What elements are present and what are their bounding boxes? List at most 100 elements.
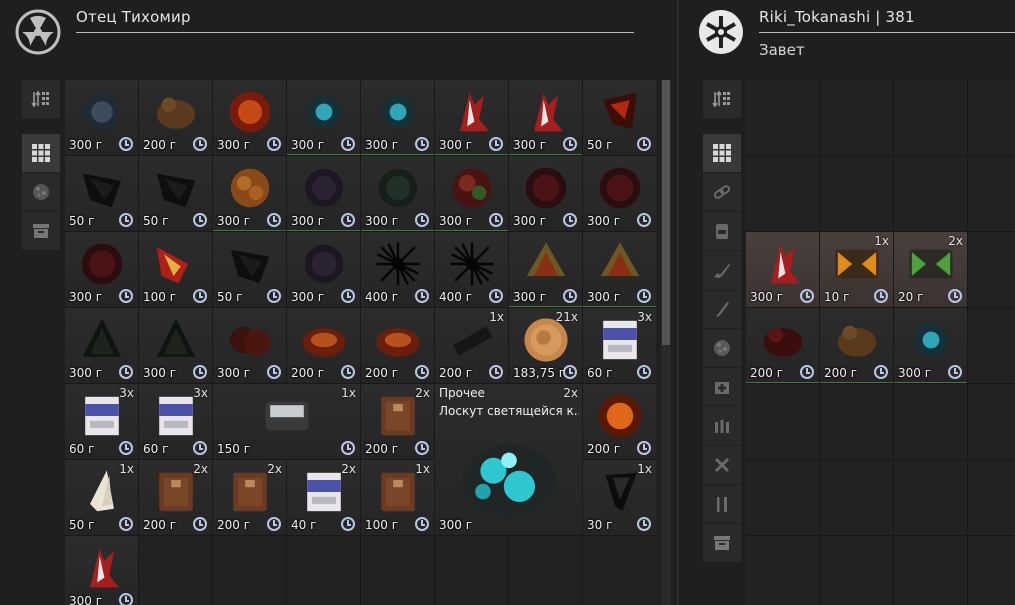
empty-slot[interactable] bbox=[968, 384, 1015, 459]
inventory-item[interactable]: Прочее Лоскут светящейся к... 2x 300 г bbox=[435, 384, 582, 535]
inventory-item[interactable]: 50 г bbox=[139, 156, 212, 231]
inventory-item[interactable]: 50 г bbox=[583, 80, 656, 155]
inventory-item[interactable]: 100 г bbox=[139, 232, 212, 307]
inventory-item[interactable]: 300 г bbox=[583, 232, 656, 307]
inventory-item[interactable]: 300 г bbox=[287, 232, 360, 307]
inventory-item[interactable]: 300 г bbox=[746, 232, 819, 307]
inventory-item[interactable]: 1x 150 г bbox=[213, 384, 360, 459]
filter-melee-button[interactable] bbox=[703, 290, 741, 328]
inventory-item[interactable]: 1x 30 г bbox=[583, 460, 656, 535]
inventory-item[interactable]: 200 г bbox=[361, 308, 434, 383]
inventory-item[interactable]: 2x 200 г bbox=[213, 460, 286, 535]
inventory-item[interactable]: 200 г bbox=[139, 80, 212, 155]
empty-slot[interactable] bbox=[139, 536, 212, 605]
empty-slot[interactable] bbox=[894, 460, 967, 535]
inventory-item[interactable]: 300 г bbox=[361, 80, 434, 155]
inventory-item[interactable]: 200 г bbox=[287, 308, 360, 383]
inventory-item[interactable]: 300 г bbox=[435, 80, 508, 155]
inventory-item[interactable]: 300 г bbox=[509, 80, 582, 155]
empty-slot[interactable] bbox=[820, 384, 893, 459]
empty-slot[interactable] bbox=[820, 536, 893, 605]
inventory-item[interactable]: 2x 200 г bbox=[139, 460, 212, 535]
empty-slot[interactable] bbox=[820, 156, 893, 231]
empty-slot[interactable] bbox=[746, 536, 819, 605]
inventory-item[interactable]: 300 г bbox=[361, 156, 434, 231]
empty-slot[interactable] bbox=[894, 536, 967, 605]
empty-slot[interactable] bbox=[746, 80, 819, 155]
inventory-item[interactable]: 300 г bbox=[65, 80, 138, 155]
inventory-item[interactable]: 300 г bbox=[287, 156, 360, 231]
inventory-item[interactable]: 1x 100 г bbox=[361, 460, 434, 535]
inventory-item[interactable]: 2x 200 г bbox=[361, 384, 434, 459]
inventory-item[interactable]: 300 г bbox=[139, 308, 212, 383]
empty-slot[interactable] bbox=[968, 536, 1015, 605]
inventory-item[interactable]: 300 г bbox=[509, 232, 582, 307]
inventory-item[interactable]: 300 г bbox=[65, 232, 138, 307]
empty-slot[interactable] bbox=[968, 460, 1015, 535]
filter-artifacts-button[interactable] bbox=[22, 173, 60, 211]
inventory-item[interactable]: 400 г bbox=[361, 232, 434, 307]
inventory-item[interactable]: 300 г bbox=[213, 308, 286, 383]
scrollbar-thumb[interactable] bbox=[662, 80, 670, 345]
empty-slot[interactable] bbox=[968, 308, 1015, 383]
player-faction: Завет bbox=[759, 41, 805, 59]
inventory-item[interactable]: 300 г bbox=[213, 80, 286, 155]
empty-slot[interactable] bbox=[894, 384, 967, 459]
filter-attachments-button[interactable] bbox=[703, 173, 741, 211]
filter-all-button[interactable] bbox=[22, 134, 60, 172]
empty-slot[interactable] bbox=[894, 80, 967, 155]
empty-slot[interactable] bbox=[894, 156, 967, 231]
empty-slot[interactable] bbox=[583, 536, 656, 605]
filter-tools-button[interactable] bbox=[703, 446, 741, 484]
filter-misc-button[interactable] bbox=[703, 524, 741, 562]
filter-ammo-button[interactable] bbox=[703, 407, 741, 445]
inventory-item[interactable]: 300 г bbox=[65, 536, 138, 605]
filter-artifacts-button[interactable] bbox=[703, 329, 741, 367]
inventory-item[interactable]: 50 г bbox=[213, 232, 286, 307]
empty-slot[interactable] bbox=[287, 536, 360, 605]
empty-slot[interactable] bbox=[820, 80, 893, 155]
filter-misc-button[interactable] bbox=[22, 212, 60, 250]
inventory-item[interactable]: 1x 50 г bbox=[65, 460, 138, 535]
inventory-item[interactable]: 300 г bbox=[509, 156, 582, 231]
inventory-item[interactable]: 300 г bbox=[213, 156, 286, 231]
filter-all-button[interactable] bbox=[703, 134, 741, 172]
inventory-item[interactable]: 21x 183,75 г bbox=[509, 308, 582, 383]
inventory-item[interactable]: 200 г bbox=[583, 384, 656, 459]
filter-weapons-button[interactable] bbox=[703, 251, 741, 289]
empty-slot[interactable] bbox=[746, 156, 819, 231]
filter-backpacks-button[interactable] bbox=[703, 212, 741, 250]
inventory-item[interactable]: 2x 40 г bbox=[287, 460, 360, 535]
inventory-item[interactable]: 300 г bbox=[65, 308, 138, 383]
inventory-item[interactable]: 300 г bbox=[287, 80, 360, 155]
inventory-item[interactable]: 50 г bbox=[65, 156, 138, 231]
filter-food-button[interactable] bbox=[703, 485, 741, 523]
inventory-item[interactable]: 3x 60 г bbox=[65, 384, 138, 459]
empty-slot[interactable] bbox=[509, 536, 582, 605]
empty-slot[interactable] bbox=[968, 156, 1015, 231]
empty-slot[interactable] bbox=[820, 460, 893, 535]
inventory-item[interactable]: 1x 10 г bbox=[820, 232, 893, 307]
inventory-item[interactable]: 200 г bbox=[820, 308, 893, 383]
sort-button[interactable] bbox=[22, 80, 60, 118]
filter-medicine-button[interactable] bbox=[703, 368, 741, 406]
empty-slot[interactable] bbox=[213, 536, 286, 605]
empty-slot[interactable] bbox=[361, 536, 434, 605]
inventory-item[interactable]: 400 г bbox=[435, 232, 508, 307]
inventory-item[interactable]: 300 г bbox=[583, 156, 656, 231]
empty-slot[interactable] bbox=[435, 536, 508, 605]
inventory-item[interactable]: 300 г bbox=[894, 308, 967, 383]
inventory-item[interactable]: 3x 60 г bbox=[583, 308, 656, 383]
empty-slot[interactable] bbox=[968, 80, 1015, 155]
sort-button[interactable] bbox=[703, 80, 741, 118]
inventory-item[interactable]: 300 г bbox=[435, 156, 508, 231]
inventory-item[interactable]: 2x 20 г bbox=[894, 232, 967, 307]
empty-slot[interactable] bbox=[746, 460, 819, 535]
inventory-scrollbar[interactable] bbox=[661, 80, 671, 605]
inventory-item[interactable]: 3x 60 г bbox=[139, 384, 212, 459]
inventory-item[interactable]: 200 г bbox=[746, 308, 819, 383]
empty-slot[interactable] bbox=[746, 384, 819, 459]
empty-slot[interactable] bbox=[968, 232, 1015, 307]
item-underline bbox=[213, 230, 286, 231]
inventory-item[interactable]: 1x 200 г bbox=[435, 308, 508, 383]
